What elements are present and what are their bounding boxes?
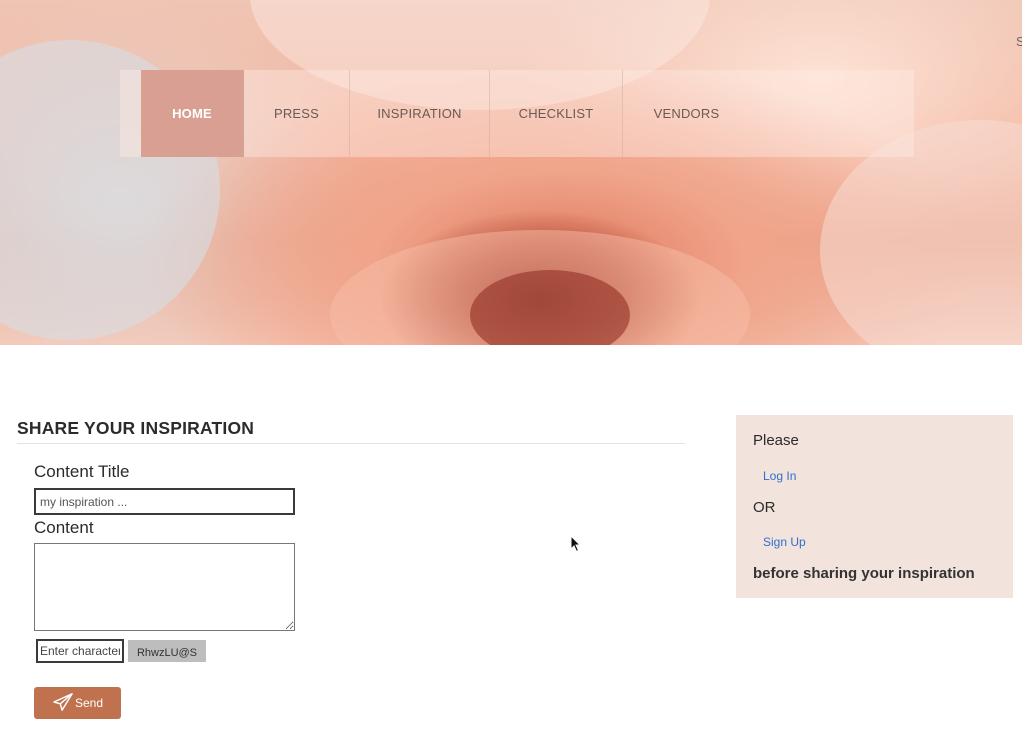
login-prompt-box: Please Log In OR Sign Up before sharing … (736, 415, 1013, 598)
nav-list: HOME PRESS INSPIRATION CHECKLIST VENDORS (141, 70, 750, 157)
captcha-image: RhwzLU@S (128, 640, 206, 662)
content-title-input[interactable] (34, 488, 295, 515)
hero-banner: S HOME PRESS INSPIRATION CHECKLIST VENDO… (0, 0, 1022, 345)
send-label: Send (74, 696, 104, 710)
before-sharing-text: before sharing your inspiration (753, 565, 975, 582)
section-title: SHARE YOUR INSPIRATION (17, 418, 685, 444)
signup-link[interactable]: Sign Up (763, 535, 806, 549)
clipped-edge-text: S (1016, 34, 1022, 49)
send-button[interactable]: Send (34, 687, 121, 719)
nav-item-vendors[interactable]: VENDORS (623, 70, 750, 157)
content-title-label: Content Title (34, 462, 130, 481)
login-link[interactable]: Log In (763, 469, 796, 483)
captcha-input[interactable] (36, 639, 124, 663)
nav-item-press[interactable]: PRESS (244, 70, 350, 157)
mouse-cursor-icon (570, 535, 582, 553)
content-label: Content (34, 518, 94, 537)
nav-item-checklist[interactable]: CHECKLIST (490, 70, 623, 157)
nav-item-home[interactable]: HOME (141, 70, 244, 157)
content-textarea[interactable] (34, 543, 295, 631)
or-text: OR (753, 499, 776, 516)
please-text: Please (753, 432, 799, 449)
paper-plane-icon (52, 692, 74, 715)
main-nav: HOME PRESS INSPIRATION CHECKLIST VENDORS (120, 70, 914, 157)
captcha-text: RhwzLU@S (136, 647, 198, 659)
nav-item-inspiration[interactable]: INSPIRATION (350, 70, 490, 157)
